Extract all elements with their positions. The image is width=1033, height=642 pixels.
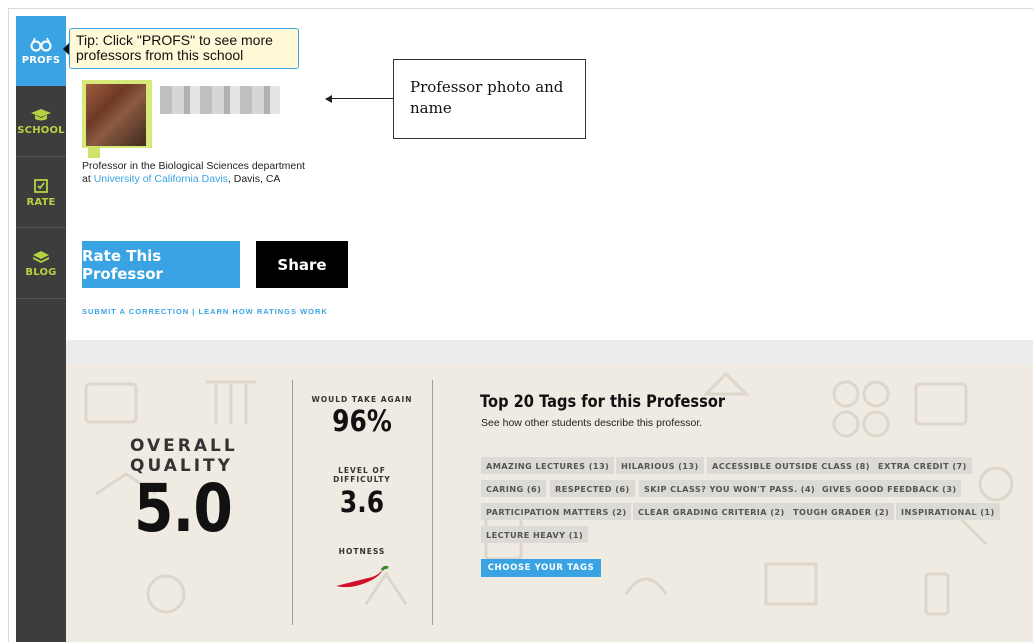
would-take-again-value: 96% (332, 404, 392, 438)
sidebar-item-school[interactable]: SCHOOL (16, 87, 66, 157)
sidebar-item-rate[interactable]: RATE (16, 158, 66, 228)
tag[interactable]: LECTURE HEAVY (1) (481, 526, 589, 543)
tag[interactable]: GIVES GOOD FEEDBACK (3) (817, 480, 962, 497)
at-prefix: at (82, 173, 94, 185)
would-take-again: WOULD TAKE AGAIN 96% (306, 395, 418, 437)
tags-subtitle: See how other students describe this pro… (481, 417, 703, 429)
tag[interactable]: SKIP CLASS? YOU WON'T PASS. (4) (639, 480, 821, 497)
tag[interactable]: RESPECTED (6) (550, 480, 635, 497)
tag[interactable]: EXTRA CREDIT (7) (873, 457, 972, 474)
tag[interactable]: ACCESSIBLE OUTSIDE CLASS (8) (707, 457, 875, 474)
choose-tags-button[interactable]: CHOOSE YOUR TAGS (481, 559, 601, 577)
professor-department: Professor in the Biological Sciences dep… (82, 160, 342, 186)
tag[interactable]: CARING (6) (481, 480, 547, 497)
rate-professor-button[interactable]: Rate This Professor (82, 241, 240, 288)
department-text: Professor in the Biological Sciences dep… (82, 160, 305, 172)
sidebar-item-label: RATE (26, 196, 56, 208)
would-take-again-label: WOULD TAKE AGAIN (311, 395, 413, 404)
tag[interactable]: HILARIOUS (13) (616, 457, 704, 474)
footer-links: SUBMIT A CORRECTION | LEARN HOW RATINGS … (82, 307, 328, 316)
school-link[interactable]: University of California Davis (94, 173, 228, 185)
tag[interactable]: TOUGH GRADER (2) (788, 503, 895, 520)
checkbox-icon (34, 178, 48, 193)
sidebar-item-label: PROFS (21, 55, 61, 66)
sidebar-item-blog[interactable]: BLOG (16, 229, 66, 299)
annotation-arrow (326, 98, 393, 99)
sidebar-item-label: BLOG (25, 266, 57, 278)
tag[interactable]: AMAZING LECTURES (13) (481, 457, 615, 474)
annotation-box: Professor photo and name (393, 59, 586, 139)
tag[interactable]: INSPIRATIONAL (1) (896, 503, 1000, 520)
professor-name-blurred (160, 86, 280, 114)
tags-title: Top 20 Tags for this Professor (480, 392, 726, 412)
overall-quality-value: 5.0 (134, 470, 233, 547)
sidebar-item-label: SCHOOL (17, 124, 65, 136)
difficulty-label: LEVEL OF DIFFICULTY (333, 466, 391, 484)
sidebar: PROFS SCHOOL RATE BLOG (16, 16, 66, 642)
difficulty-value: 3.6 (339, 485, 385, 519)
tag[interactable]: PARTICIPATION MATTERS (2) (481, 503, 632, 520)
share-button[interactable]: Share (256, 241, 348, 288)
professor-photo (82, 80, 152, 158)
tooltip: Tip: Click "PROFS" to see more professor… (69, 28, 299, 69)
divider-line (432, 380, 433, 625)
glasses-icon (30, 37, 52, 52)
level-of-difficulty: LEVEL OF DIFFICULTY 3.6 (306, 466, 418, 518)
submit-correction-link[interactable]: SUBMIT A CORRECTION (82, 307, 189, 316)
section-divider (66, 340, 1033, 364)
book-icon (33, 250, 49, 263)
hotness: HOTNESS (306, 547, 418, 597)
sidebar-item-profs[interactable]: PROFS (16, 16, 66, 86)
location-text: , Davis, CA (227, 173, 281, 185)
divider-line (292, 380, 293, 625)
annotation-arrow-head (325, 95, 332, 103)
learn-ratings-link[interactable]: LEARN HOW RATINGS WORK (198, 307, 327, 316)
graduation-cap-icon (31, 108, 51, 120)
chili-pepper-icon (336, 565, 389, 588)
hotness-label: HOTNESS (338, 547, 386, 556)
tag[interactable]: CLEAR GRADING CRITERIA (2) (633, 503, 790, 520)
